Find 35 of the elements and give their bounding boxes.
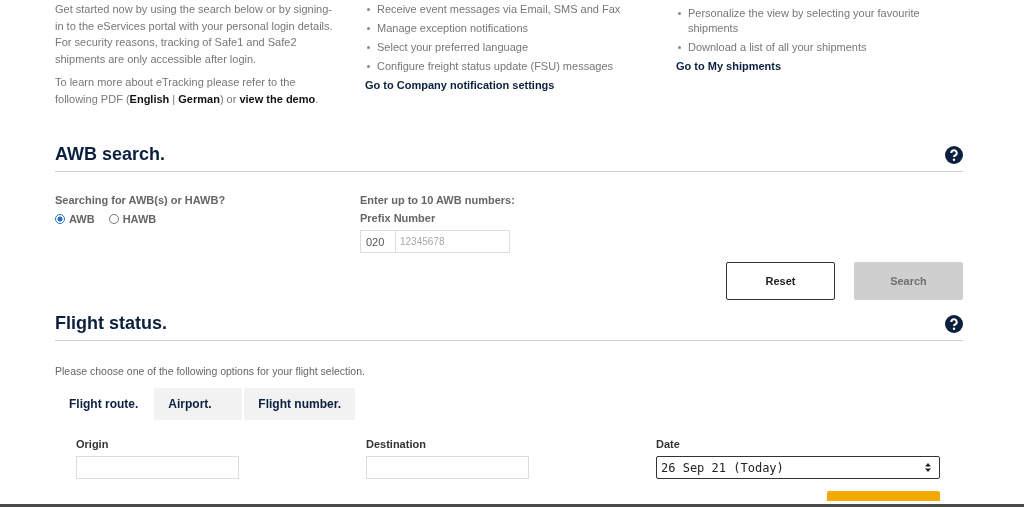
- destination-field[interactable]: [366, 456, 529, 479]
- field-label: Prefix Number: [360, 212, 437, 224]
- origin-field[interactable]: [76, 456, 239, 479]
- hint-text: Please choose one of the following options for your flight selection.: [55, 365, 366, 377]
- section-title: AWB search.: [55, 144, 166, 165]
- date-select[interactable]: 26 Sep 21 (Today): [656, 456, 940, 479]
- feature-item: Receive event messages via Email, SMS and Fax: [377, 3, 621, 15]
- reset-button[interactable]: Reset: [726, 262, 835, 300]
- radio-label: AWB: [69, 213, 95, 225]
- field-label: Origin: [76, 438, 110, 450]
- updown-icon: [925, 463, 931, 472]
- feature-item: Configure freight status update (FSU) messages: [377, 60, 613, 72]
- my-shipments-link[interactable]: Go to My shipments: [676, 60, 782, 72]
- intro-text: Get started now by using the search below or by signing-in to the eServices portal with your personal login details. For security reasons, tracking of Safe1 and Safe2 shipments are only accessible after login.: [55, 2, 334, 67]
- field-label: Destination: [366, 438, 427, 450]
- field-label: Date: [656, 438, 681, 450]
- german-link[interactable]: German: [178, 92, 220, 105]
- field-label: Enter up to 10 AWB numbers:: [360, 194, 515, 206]
- radio-label: HAWB: [122, 213, 157, 225]
- prefix-field[interactable]: 020: [360, 230, 396, 253]
- english-link[interactable]: English: [129, 92, 170, 105]
- tab[interactable]: Flight number.: [244, 388, 355, 420]
- field-label: Searching for AWB(s) or HAWB?: [55, 194, 227, 206]
- feature-item: Personalize the view by selecting your favourite shipments: [688, 7, 920, 34]
- help-icon[interactable]: [945, 314, 963, 333]
- learn-more-text: To learn more about eTracking please refer to the following PDF (English | German) or view the demo.: [55, 75, 320, 107]
- feature-item: Select your preferred language: [377, 41, 529, 53]
- help-icon[interactable]: [945, 145, 963, 164]
- section-title: Flight status.: [55, 313, 167, 334]
- notification-settings-link[interactable]: Go to Company notification settings: [365, 79, 555, 91]
- feature-item: Download a list of all your shipments: [688, 41, 867, 53]
- feature-item: Manage exception notifications: [377, 22, 529, 34]
- tab[interactable]: Airport.: [154, 388, 243, 420]
- radio-button[interactable]: [55, 214, 65, 224]
- number-field[interactable]: 12345678: [396, 230, 510, 253]
